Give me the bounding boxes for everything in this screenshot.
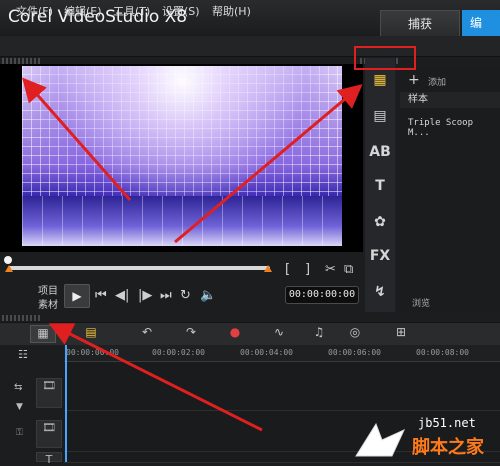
arrow-to-timeline-grip	[48, 323, 263, 432]
watermark-logo	[355, 422, 406, 457]
watermark-site: jb51.net	[418, 416, 476, 430]
arrow-to-preview	[22, 77, 132, 201]
annotation-arrows	[22, 77, 363, 432]
watermark-name: 脚本之家	[412, 437, 484, 458]
arrow-to-library-grip	[174, 84, 363, 244]
